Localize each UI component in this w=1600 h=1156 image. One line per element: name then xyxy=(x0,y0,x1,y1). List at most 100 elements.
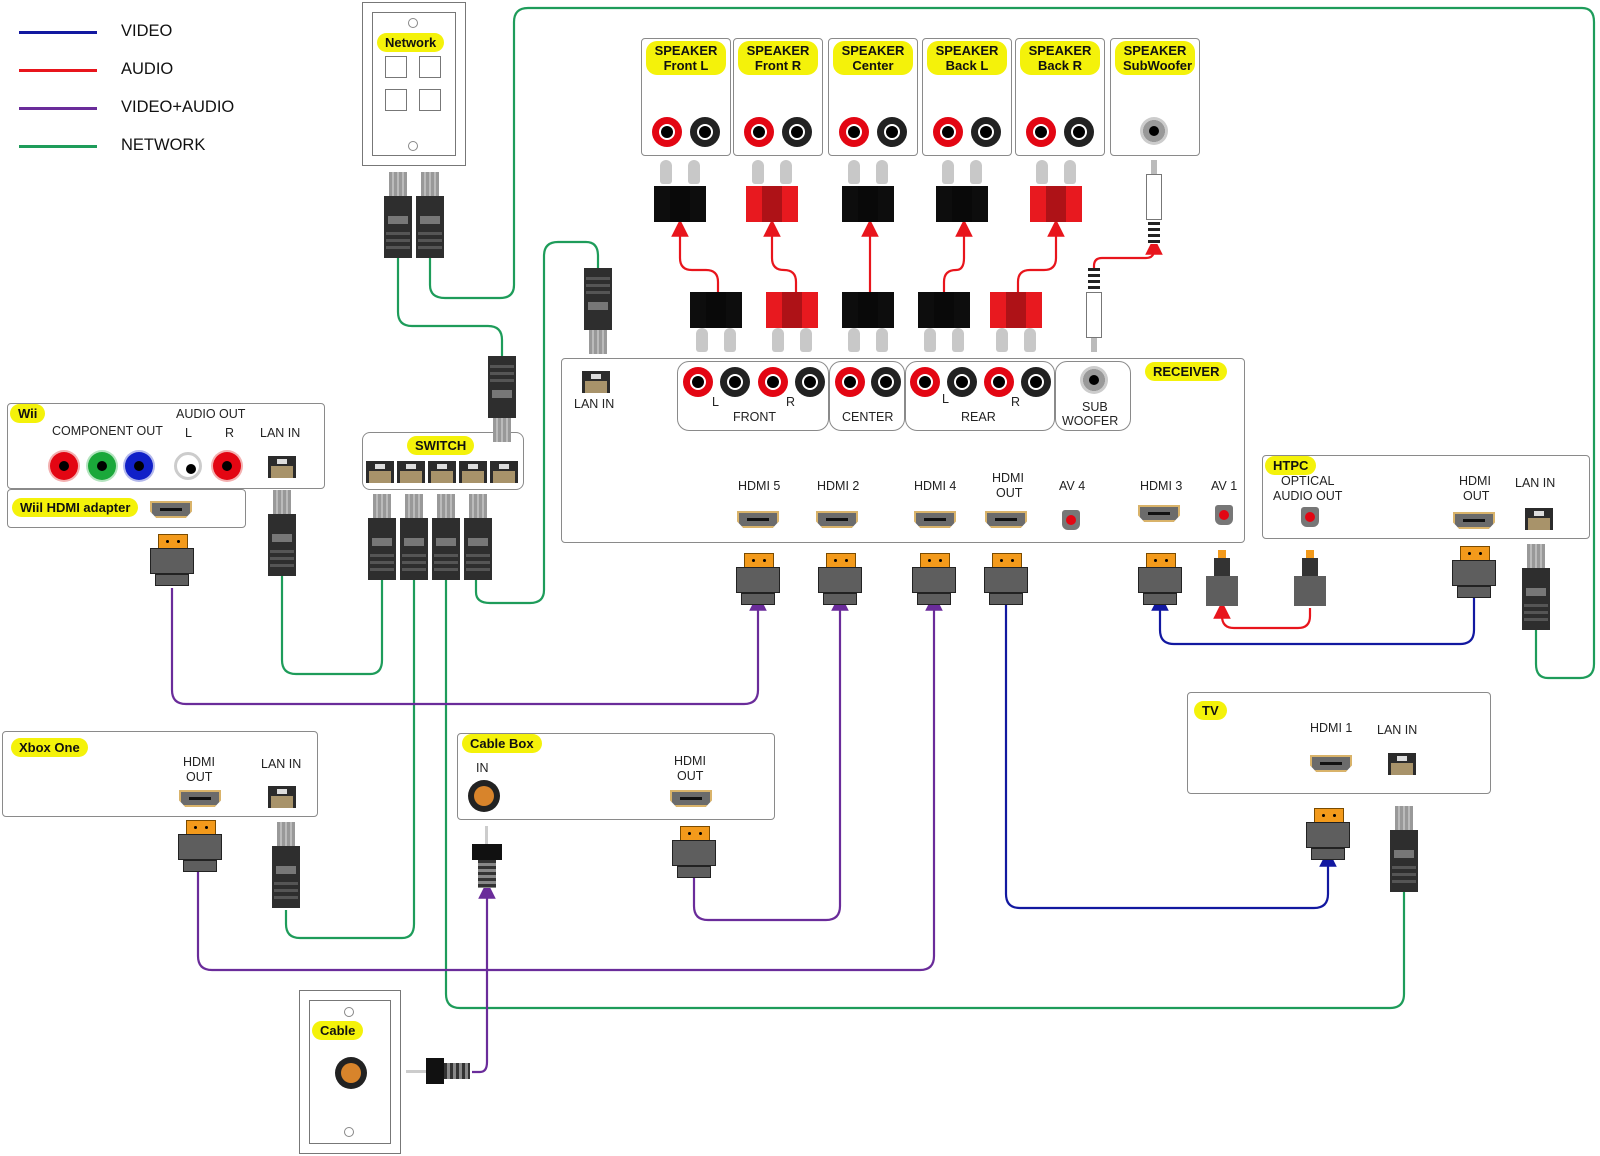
speaker-label-line1: SPEAKER xyxy=(935,43,999,58)
hdmi5-port[interactable] xyxy=(737,511,779,528)
network-plate-label: Network xyxy=(377,33,445,52)
wii-component-y-jack[interactable] xyxy=(50,452,78,480)
av1-label: AV 1 xyxy=(1211,479,1238,493)
wii-audio-l-label: L xyxy=(185,426,192,440)
ethernet-plug-icon xyxy=(416,172,444,258)
speaker-label: SPEAKER Back L xyxy=(927,41,1007,75)
speaker-negative-terminal[interactable] xyxy=(1064,117,1094,147)
speaker-positive-terminal[interactable] xyxy=(744,117,774,147)
optical-plug-icon xyxy=(1206,550,1238,610)
sub-label-2: WOOFER xyxy=(1062,414,1119,428)
av1-optical-port[interactable] xyxy=(1215,505,1233,525)
front-l-positive-terminal[interactable] xyxy=(683,367,713,397)
htpc-lan-port[interactable] xyxy=(1525,508,1553,530)
screw-icon xyxy=(344,1127,354,1137)
speaker-label-line2: Back L xyxy=(945,58,989,73)
network-jack-3[interactable] xyxy=(385,89,407,111)
rear-speaker-group: L R REAR xyxy=(905,361,1055,431)
tv-lan-port[interactable] xyxy=(1388,753,1416,775)
htpc: HTPC OPTICAL AUDIO OUT HDMI OUT LAN IN xyxy=(1262,455,1590,539)
front-r-label: R xyxy=(786,395,796,409)
receiver-lan-label: LAN IN xyxy=(574,397,615,411)
wii-lan-port[interactable] xyxy=(268,456,296,478)
front-r-positive-terminal[interactable] xyxy=(758,367,788,397)
wii-component-pb-jack[interactable] xyxy=(88,452,116,480)
wii-hdmi-port[interactable] xyxy=(150,501,192,518)
speaker-label: SPEAKER Front R xyxy=(738,41,818,75)
network-wall-plate: Network xyxy=(362,2,466,166)
speaker-positive-terminal[interactable] xyxy=(1026,117,1056,147)
speaker-positive-terminal[interactable] xyxy=(652,117,682,147)
speaker-label-line1: SPEAKER xyxy=(654,43,718,58)
hdmi3-port[interactable] xyxy=(1138,505,1180,522)
network-wire-wallplate-to-switch xyxy=(396,255,504,360)
switch-port-1[interactable] xyxy=(366,461,394,483)
sub-woofer-jack[interactable] xyxy=(1080,366,1108,394)
sub-woofer-group: SUB WOOFER xyxy=(1055,361,1131,431)
xbox-hdmi-port[interactable] xyxy=(179,790,221,807)
switch-port-4[interactable] xyxy=(459,461,487,483)
receiver-label: RECEIVER xyxy=(1145,362,1228,381)
screw-icon xyxy=(344,1007,354,1017)
hdmi4-label: HDMI 4 xyxy=(914,479,957,493)
speaker-positive-terminal[interactable] xyxy=(933,117,963,147)
xbox-hdmi-label-1: HDMI xyxy=(183,755,215,769)
htpc-optical-port[interactable] xyxy=(1301,507,1319,527)
hdmi2-port[interactable] xyxy=(816,511,858,528)
tv-hdmi-port[interactable] xyxy=(1310,755,1352,772)
wii-component-pr-jack[interactable] xyxy=(125,452,153,480)
htpc-hdmi-label-1: HDMI xyxy=(1459,474,1491,488)
wii-lan-label: LAN IN xyxy=(260,426,301,440)
av4-optical-port[interactable] xyxy=(1062,510,1080,530)
audio-wire-front-l xyxy=(671,219,720,292)
av-wire-wii-to-hdmi5 xyxy=(170,588,767,706)
banana-plug-icon xyxy=(746,160,798,222)
speaker-positive-terminal[interactable] xyxy=(839,117,869,147)
cable-box-label: Cable Box xyxy=(462,734,542,753)
wii-audio-l-jack[interactable] xyxy=(174,452,202,480)
speaker-label-line2: Front R xyxy=(754,58,802,73)
speaker-negative-terminal[interactable] xyxy=(971,117,1001,147)
cable-wall-coax[interactable] xyxy=(335,1057,367,1089)
legend-line-network xyxy=(19,145,97,148)
rear-r-positive-terminal[interactable] xyxy=(984,367,1014,397)
banana-plug-icon xyxy=(690,292,742,352)
htpc-hdmi-port[interactable] xyxy=(1453,512,1495,529)
xbox-lan-port[interactable] xyxy=(268,786,296,808)
front-l-negative-terminal[interactable] xyxy=(720,367,750,397)
wii-hdmi-adapter-label: Wiil HDMI adapter xyxy=(12,498,139,517)
optical-plug-icon xyxy=(1294,550,1326,610)
wii-audio-r-jack[interactable] xyxy=(213,452,241,480)
subwoofer-input-jack[interactable] xyxy=(1140,117,1168,145)
hdmi4-port[interactable] xyxy=(914,511,956,528)
audio-wire-sub xyxy=(1092,237,1163,272)
center-positive-terminal[interactable] xyxy=(835,367,865,397)
speaker-negative-terminal[interactable] xyxy=(782,117,812,147)
center-negative-terminal[interactable] xyxy=(871,367,901,397)
switch-port-5[interactable] xyxy=(490,461,518,483)
cable-box-hdmi-port[interactable] xyxy=(670,790,712,807)
ethernet-plug-icon xyxy=(488,356,516,442)
legend-line-video-audio xyxy=(19,107,97,110)
network-jack-4[interactable] xyxy=(419,89,441,111)
front-r-negative-terminal[interactable] xyxy=(795,367,825,397)
network-jack-1[interactable] xyxy=(385,56,407,78)
speaker-negative-terminal[interactable] xyxy=(690,117,720,147)
switch-port-2[interactable] xyxy=(397,461,425,483)
speaker-center: SPEAKER Center xyxy=(828,38,918,156)
rear-label: REAR xyxy=(961,410,996,424)
rear-l-positive-terminal[interactable] xyxy=(910,367,940,397)
network-jack-2[interactable] xyxy=(419,56,441,78)
xbox-label: Xbox One xyxy=(11,738,88,757)
hdmi-plug-icon xyxy=(736,553,780,605)
rear-l-negative-terminal[interactable] xyxy=(947,367,977,397)
audio-wire-back-l xyxy=(942,219,973,292)
banana-plug-icon xyxy=(766,292,818,352)
hdmi-out-port[interactable] xyxy=(985,511,1027,528)
screw-icon xyxy=(408,141,418,151)
switch-port-3[interactable] xyxy=(428,461,456,483)
rear-r-negative-terminal[interactable] xyxy=(1021,367,1051,397)
receiver-lan-port[interactable] xyxy=(582,371,610,393)
cable-box-coax-in[interactable] xyxy=(468,780,500,812)
speaker-negative-terminal[interactable] xyxy=(877,117,907,147)
